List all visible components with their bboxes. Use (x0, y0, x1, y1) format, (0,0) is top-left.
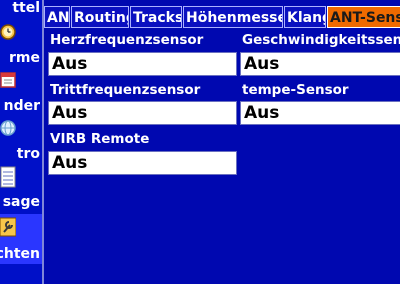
sidebar-item-settings[interactable]: chten (0, 214, 42, 264)
tab-ant-sensor[interactable]: ANT-Senso (327, 6, 400, 28)
virb-remote-label: VIRB Remote (50, 131, 150, 147)
tab-an[interactable]: AN (44, 6, 70, 28)
sidebar-item-globe[interactable]: tro (0, 116, 42, 164)
tab-altimeter[interactable]: Höhenmesser (183, 6, 283, 28)
note-icon (0, 166, 16, 188)
cadence-sensor-label: Trittfrequenzsensor (50, 82, 201, 98)
globe-icon (0, 118, 16, 138)
sidebar-item-label: chten (0, 246, 40, 262)
tempe-sensor-label: tempe-Sensor (242, 82, 349, 98)
speed-sensor-field[interactable]: Aus (240, 52, 400, 76)
sidebar-item-label: tro (16, 146, 40, 162)
heart-rate-sensor-field[interactable]: Aus (48, 52, 237, 76)
alarm-icon (0, 22, 16, 42)
sidebar-item-label: rme (9, 50, 40, 66)
heart-rate-sensor-label: Herzfrequenzsensor (50, 32, 204, 48)
tab-tracks[interactable]: Tracks (130, 6, 182, 28)
sidebar: ttel rme nder tro sage chten (0, 0, 44, 284)
wrench-settings-icon (0, 217, 17, 237)
sidebar-item-label: sage (2, 194, 40, 210)
tab-bar: AN Routing Tracks Höhenmesser Klang ANT-… (44, 6, 400, 30)
sidebar-item-alarm[interactable]: rme (0, 20, 42, 68)
tab-routing[interactable]: Routing (71, 6, 129, 28)
calendar-icon (0, 70, 16, 90)
tempe-sensor-field[interactable]: Aus (240, 101, 400, 125)
virb-remote-field[interactable]: Aus (48, 151, 237, 175)
sidebar-item-tools[interactable]: ttel (0, 0, 42, 18)
sidebar-item-label: nder (3, 98, 40, 114)
sidebar-item-label: ttel (12, 0, 40, 16)
garmin-settings-screen: ttel rme nder tro sage chten AN Routin T… (0, 0, 400, 284)
cadence-sensor-field[interactable]: Aus (48, 101, 237, 125)
tab-sound[interactable]: Klang (284, 6, 326, 28)
speed-sensor-label: Geschwindigkeitssenso (242, 32, 400, 48)
sidebar-item-calendar[interactable]: nder (0, 68, 42, 116)
sidebar-item-note[interactable]: sage (0, 164, 42, 212)
